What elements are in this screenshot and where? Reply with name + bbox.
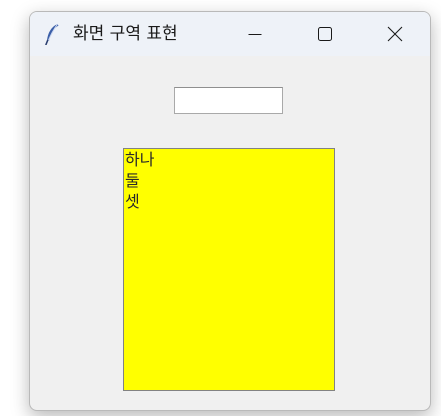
list-item[interactable]: 둘 — [124, 170, 334, 191]
list-item[interactable]: 하나 — [124, 149, 334, 170]
list-item[interactable]: 셋 — [124, 191, 334, 212]
maximize-button[interactable] — [290, 12, 360, 56]
text-entry[interactable] — [174, 87, 283, 114]
close-icon — [387, 26, 403, 42]
listbox[interactable]: 하나 둘 셋 — [123, 148, 335, 391]
minimize-icon — [248, 27, 262, 41]
minimize-button[interactable] — [220, 12, 290, 56]
feather-icon — [44, 23, 60, 46]
window-title: 화면 구역 표현 — [73, 24, 178, 44]
close-button[interactable] — [360, 12, 430, 56]
app-window: 화면 구역 표현 하나 둘 셋 — [29, 11, 431, 411]
title-bar[interactable]: 화면 구역 표현 — [30, 12, 430, 56]
maximize-icon — [318, 27, 332, 41]
